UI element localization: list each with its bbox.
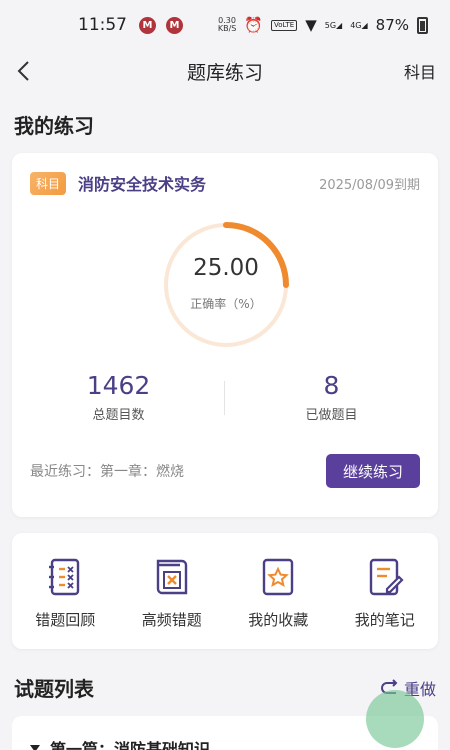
app-notification-icon: M xyxy=(139,16,156,34)
floating-action-button[interactable] xyxy=(366,690,424,748)
tool-label: 错题回顾 xyxy=(35,611,96,629)
my-practice-heading: 我的练习 xyxy=(14,114,94,138)
status-time: 11:57 xyxy=(78,15,127,35)
stat-done: 8 已做题目 xyxy=(225,371,438,423)
app-notification-icon-2: M xyxy=(166,16,183,34)
tool-favorites[interactable]: 我的收藏 xyxy=(225,555,332,649)
subject-button[interactable]: 科目 xyxy=(404,59,436,83)
wrong-review-icon xyxy=(49,558,80,596)
tool-notes[interactable]: 我的笔记 xyxy=(332,555,439,649)
practice-card-header: 科目 消防安全技术实务 2025/08/09到期 xyxy=(12,153,438,195)
stats-divider xyxy=(224,381,225,415)
signal-4g-icon: 4G◢ xyxy=(350,20,368,30)
practice-card: 科目 消防安全技术实务 2025/08/09到期 25.00 正确率（%） 14… xyxy=(12,153,438,517)
tool-frequent-wrong[interactable]: 高频错题 xyxy=(119,555,226,649)
status-icons: 0.30 KB/S ⏰ VoLTE ▼ 5G◢ 4G◢ 87% xyxy=(218,16,428,34)
accuracy-ring-chart xyxy=(163,222,289,348)
status-bar: 11:57 M M 0.30 KB/S ⏰ VoLTE ▼ 5G◢ 4G◢ 87… xyxy=(0,0,450,50)
stat-total: 1462 总题目数 xyxy=(12,371,225,423)
nav-bar: 题库练习 科目 xyxy=(0,50,450,92)
chapter-item[interactable]: 第一篇：消防基础知识 xyxy=(50,736,210,750)
continue-practice-button[interactable]: 继续练习 xyxy=(326,454,420,488)
done-questions-label: 已做题目 xyxy=(305,408,358,423)
back-button[interactable] xyxy=(10,58,36,84)
page-title: 题库练习 xyxy=(186,61,263,84)
total-questions-label: 总题目数 xyxy=(92,408,145,423)
tool-label: 高频错题 xyxy=(141,611,202,629)
expand-triangle-icon[interactable] xyxy=(30,745,40,750)
accuracy-ring: 25.00 正确率（%） xyxy=(162,221,290,349)
chevron-left-icon xyxy=(17,61,29,81)
tool-wrong-review[interactable]: 错题回顾 xyxy=(12,555,119,649)
alarm-icon: ⏰ xyxy=(244,16,264,34)
accuracy-label: 正确率（%） xyxy=(190,297,262,311)
tools-card: 错题回顾 高频错题 我的收藏 我的笔记 xyxy=(12,533,438,649)
expiry-date: 2025/08/09到期 xyxy=(319,177,420,193)
tool-label: 我的收藏 xyxy=(248,611,309,629)
question-list-title: 试题列表 xyxy=(14,677,94,701)
total-questions-value: 1462 xyxy=(86,371,151,400)
signal-5g-icon: 5G◢ xyxy=(324,20,343,30)
stats-row: 1462 总题目数 8 已做题目 xyxy=(12,371,438,423)
battery-icon xyxy=(417,16,428,34)
done-questions-value: 8 xyxy=(323,371,340,400)
notes-icon xyxy=(369,558,404,596)
recent-practice: 最近练习：第一章：燃烧 xyxy=(30,464,184,480)
wifi-icon: ▼ xyxy=(305,16,317,34)
volte-icon: VoLTE xyxy=(271,19,298,31)
subject-tag: 科目 xyxy=(30,171,67,195)
accuracy-value: 25.00 xyxy=(193,255,259,281)
battery-percent: 87% xyxy=(375,16,409,34)
subject-name[interactable]: 消防安全技术实务 xyxy=(78,171,206,195)
net-speed: 0.30 KB/S xyxy=(217,16,237,33)
tool-label: 我的笔记 xyxy=(354,611,415,629)
frequent-wrong-icon xyxy=(156,559,187,595)
favorites-icon xyxy=(263,558,294,596)
